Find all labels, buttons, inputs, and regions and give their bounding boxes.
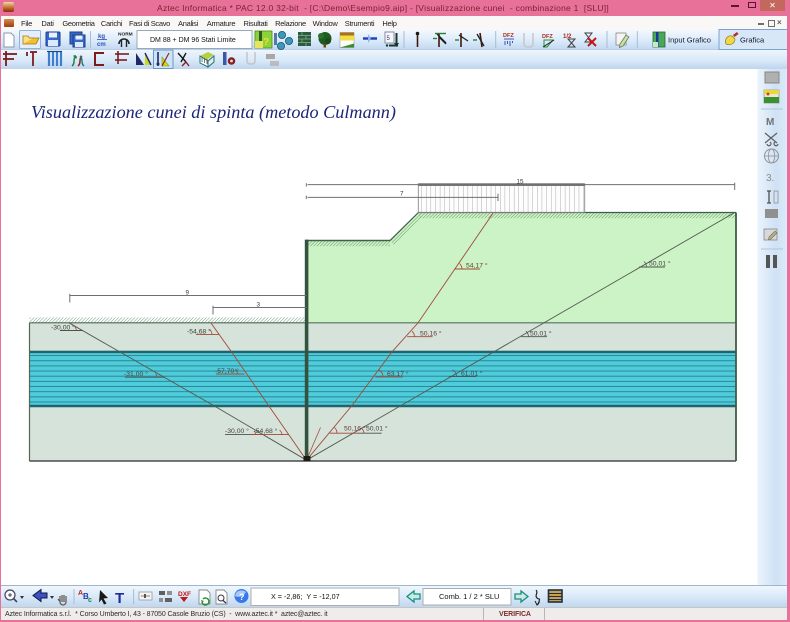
svg-text:3: 3 (257, 301, 261, 308)
svg-text:50,01 °: 50,01 ° (649, 260, 671, 268)
svg-text:50,16 °: 50,16 ° (420, 329, 442, 337)
svg-text:9: 9 (186, 289, 190, 296)
svg-text:DXF: DXF (178, 591, 191, 598)
svg-text:Comb. 1 / 2 * SLU: Comb. 1 / 2 * SLU (439, 592, 499, 601)
svg-text:50,01 °: 50,01 ° (530, 329, 552, 337)
svg-text:T: T (115, 590, 124, 607)
svg-text:-30,00 °: -30,00 ° (225, 427, 249, 435)
svg-text:61,01 °: 61,01 ° (461, 370, 483, 378)
svg-text:c: c (88, 597, 92, 604)
svg-text:3.: 3. (766, 173, 774, 184)
svg-text:15: 15 (517, 178, 525, 185)
svg-text:-31,00 °: -31,00 ° (124, 370, 148, 378)
svg-text:-57,70 °: -57,70 ° (215, 367, 239, 375)
svg-text:?: ? (239, 592, 245, 602)
svg-text:54,17 °: 54,17 ° (466, 262, 488, 270)
svg-text:50,16 °: 50,16 ° (344, 425, 366, 433)
svg-text:63,17 °: 63,17 ° (387, 370, 409, 378)
svg-text:-54,68 °: -54,68 ° (254, 427, 278, 435)
svg-text:50,01 °: 50,01 ° (366, 425, 388, 433)
svg-text:-54,68 °: -54,68 ° (187, 327, 211, 335)
svg-text:7: 7 (400, 191, 404, 198)
svg-text:-30,00 °: -30,00 ° (51, 324, 75, 332)
svg-text:X = -2,86; Y = -12,07: X = -2,86; Y = -12,07 (271, 592, 340, 601)
svg-text:M: M (766, 117, 774, 128)
